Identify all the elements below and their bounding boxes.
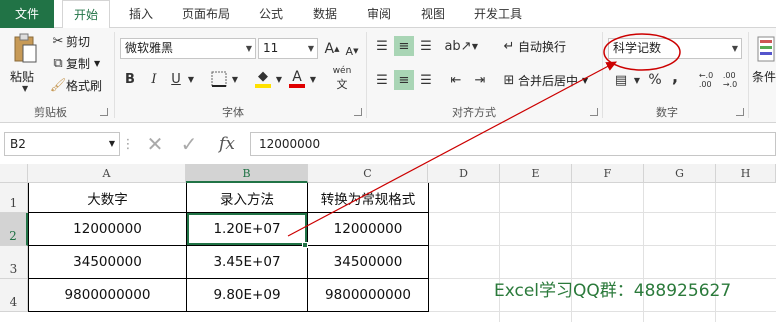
annotation-overlay bbox=[287, 33, 681, 237]
highlight-ellipse bbox=[603, 33, 681, 71]
annotation-arrow bbox=[287, 61, 618, 237]
